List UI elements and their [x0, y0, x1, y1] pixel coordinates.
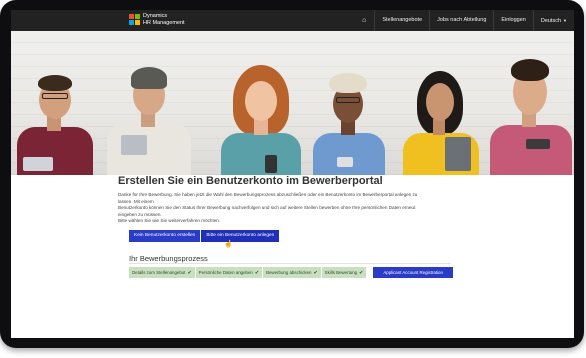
step-bewerbung-abschicken[interactable]: Bewerbung abschicken ✔: [263, 267, 321, 278]
process-steps: Details zum Stellenangebot ✔ Persönliche …: [129, 267, 454, 278]
home-icon[interactable]: ⌂: [354, 10, 374, 31]
step-label: Bewerbung abschicken: [266, 270, 312, 275]
language-label: Deutsch: [540, 18, 562, 24]
person-6: [486, 47, 574, 175]
intro-line-1: Danke für Ihre Bewerbung. Sie haben jetz…: [118, 192, 418, 204]
step-label: Details zum Stellenangebot: [132, 270, 186, 275]
create-account-button[interactable]: Bitte ein Benutzerkonto anlegen: [201, 230, 280, 242]
check-icon: ✔: [187, 270, 192, 276]
person-5: [395, 61, 485, 175]
browser-screen: Dynamics HR Management ⌂ Stellenangebote…: [11, 10, 574, 338]
check-icon: ✔: [254, 270, 260, 276]
step-label: Persönliche Daten angeben: [198, 270, 253, 275]
step-details-stellenangebot[interactable]: Details zum Stellenangebot ✔: [129, 267, 195, 278]
device-frame: Dynamics HR Management ⌂ Stellenangebote…: [0, 0, 584, 348]
no-account-button[interactable]: Kein Benutzerkonto erstellen: [129, 230, 201, 242]
step-label: Skills Bewertung: [324, 270, 358, 275]
main-content: Erstellen Sie ein Benutzerkonto im Bewer…: [118, 174, 448, 225]
nav-item-jobs-nach-abteilung[interactable]: Jobs nach Abteilung: [429, 10, 493, 31]
hero-banner-image: [11, 31, 574, 175]
mouse-pointer-icon: ☝: [224, 241, 233, 248]
app-logo[interactable]: Dynamics HR Management: [129, 13, 191, 29]
top-navbar: Dynamics HR Management ⌂ Stellenangebote…: [11, 10, 574, 31]
person-2: [103, 55, 193, 175]
check-icon: ✔: [359, 270, 364, 276]
logo-line-2: HR Management: [143, 19, 185, 26]
intro-line-3: Bitte wählen Sie wie Sie weiterverfahren…: [118, 218, 221, 224]
person-4: [309, 67, 389, 175]
account-choice-buttons: Kein Benutzerkonto erstellen Bitte ein B…: [129, 230, 280, 242]
check-icon: ✔: [313, 270, 318, 276]
page-title: Erstellen Sie ein Benutzerkonto im Bewer…: [118, 175, 383, 187]
person-1: [11, 61, 101, 175]
step-persoenliche-daten[interactable]: Persönliche Daten angeben ✔: [195, 267, 263, 278]
nav-item-einloggen[interactable]: Einloggen: [493, 10, 532, 31]
language-dropdown[interactable]: Deutsch ▼: [532, 10, 574, 31]
nav-item-stellenangebote[interactable]: Stellenangebote: [374, 10, 429, 31]
process-title: Ihr Bewerbungsprozess: [129, 254, 208, 263]
person-3: [211, 59, 311, 175]
logo-text: Dynamics HR Management: [143, 13, 185, 26]
chevron-down-icon: ▼: [563, 18, 567, 23]
step-applicant-account-registration[interactable]: Applicant Account Registration: [373, 267, 453, 278]
step-skills-bewertung[interactable]: Skills Bewertung ✔: [321, 267, 367, 278]
section-divider: [129, 263, 451, 264]
intro-text: Danke für Ihre Bewerbung. Sie haben jetz…: [118, 192, 428, 225]
intro-line-2: Benutzerkonto können Sie den Status Ihre…: [118, 205, 416, 217]
nav-menu: ⌂ Stellenangebote Jobs nach Abteilung Ei…: [354, 10, 574, 31]
logo-mark-icon: [129, 14, 141, 26]
